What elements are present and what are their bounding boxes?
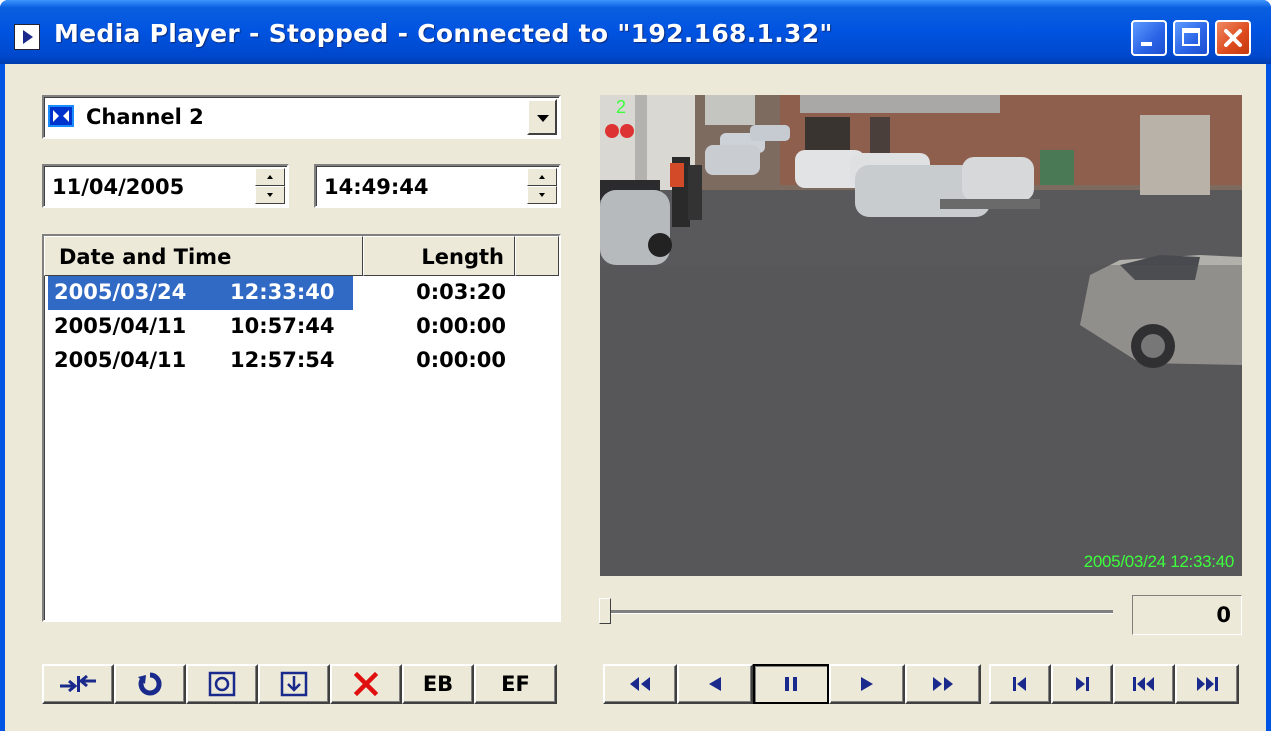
time-spin-up[interactable] [527,168,557,186]
time-spin-down[interactable] [527,186,557,204]
video-channel-overlay: 2 [616,97,627,117]
client-area: Channel 2 11/04/2005 14:49:44 Date and T… [5,64,1266,731]
column-filler [515,236,559,276]
channel-select[interactable]: Channel 2 [42,95,561,139]
date-spin-down[interactable] [255,186,285,204]
minimize-icon [1141,42,1152,46]
list-header: Date and Time Length [44,236,559,276]
row-length: 0:00:00 [416,314,506,338]
maximize-icon [1182,28,1200,46]
maximize-button[interactable] [1173,20,1209,56]
title-bar[interactable]: Media Player - Stopped - Connected to "1… [0,0,1271,64]
minimize-button[interactable] [1131,20,1167,56]
row-time: 12:33:40 [230,280,335,304]
date-spin-up[interactable] [255,168,285,186]
close-icon [1224,29,1242,47]
delete-button[interactable] [330,664,402,704]
table-row[interactable]: 2005/03/24 12:33:40 0:03:20 [44,276,559,310]
column-length[interactable]: Length [363,236,515,276]
chevron-down-icon[interactable] [527,99,557,135]
row-date: 2005/03/24 [54,280,187,304]
window-title: Media Player - Stopped - Connected to "1… [54,19,833,48]
video-display[interactable]: 2 2005/03/24 12:33:40 [600,95,1242,576]
table-row[interactable]: 2005/04/11 10:57:44 0:00:00 [44,310,559,344]
channel-select-value: Channel 2 [86,105,204,129]
seek-slider-thumb[interactable] [599,598,611,624]
connect-button[interactable] [42,664,114,704]
row-length: 0:03:20 [416,280,506,304]
fast-rewind-button[interactable] [603,664,677,704]
date-field-value: 11/04/2005 [52,175,185,199]
download-icon [280,671,308,697]
row-time: 12:57:54 [230,348,335,372]
step-forward-button[interactable] [1051,664,1113,704]
fast-rewind-icon [630,677,650,691]
fast-forward-button[interactable] [905,664,981,704]
row-date: 2005/04/11 [54,348,187,372]
time-field-value: 14:49:44 [324,175,429,199]
go-to-end-button[interactable] [1175,664,1239,704]
video-timestamp-overlay: 2005/03/24 12:33:40 [1083,552,1235,571]
recordings-list[interactable]: Date and Time Length 2005/03/24 12:33:40… [42,234,561,622]
go-to-start-button[interactable] [1113,664,1175,704]
go-to-start-icon [1133,677,1154,691]
row-time: 10:57:44 [230,314,335,338]
play-backward-button[interactable] [677,664,753,704]
snapshot-icon [208,671,236,697]
refresh-button[interactable] [114,664,186,704]
play-button[interactable] [829,664,905,704]
video-frame-image [600,95,1242,576]
pause-button[interactable] [753,664,829,704]
close-button[interactable] [1215,20,1251,56]
position-counter: 0 [1132,595,1242,635]
row-length: 0:00:00 [416,348,506,372]
step-forward-icon [1076,677,1089,691]
refresh-icon [138,672,162,696]
media-player-icon [14,24,40,50]
camera-channel-icon [48,105,74,127]
seek-track[interactable] [603,610,1113,614]
table-row[interactable]: 2005/04/11 12:57:54 0:00:00 [44,344,559,378]
delete-icon [353,671,379,697]
date-field[interactable]: 11/04/2005 [42,164,289,208]
snapshot-button[interactable] [186,664,258,704]
step-back-button[interactable] [989,664,1051,704]
eb-button[interactable]: EB [402,664,474,704]
play-backward-icon [709,677,721,691]
step-back-icon [1013,677,1026,691]
fast-forward-icon [933,677,953,691]
pause-icon [785,677,797,691]
ef-button[interactable]: EF [474,664,557,704]
download-button[interactable] [258,664,330,704]
connect-icon [60,674,96,693]
play-icon [861,677,873,691]
column-date-and-time[interactable]: Date and Time [44,236,363,276]
time-field[interactable]: 14:49:44 [314,164,561,208]
row-date: 2005/04/11 [54,314,187,338]
media-player-window: Media Player - Stopped - Connected to "1… [0,0,1271,731]
go-to-end-icon [1197,677,1218,691]
